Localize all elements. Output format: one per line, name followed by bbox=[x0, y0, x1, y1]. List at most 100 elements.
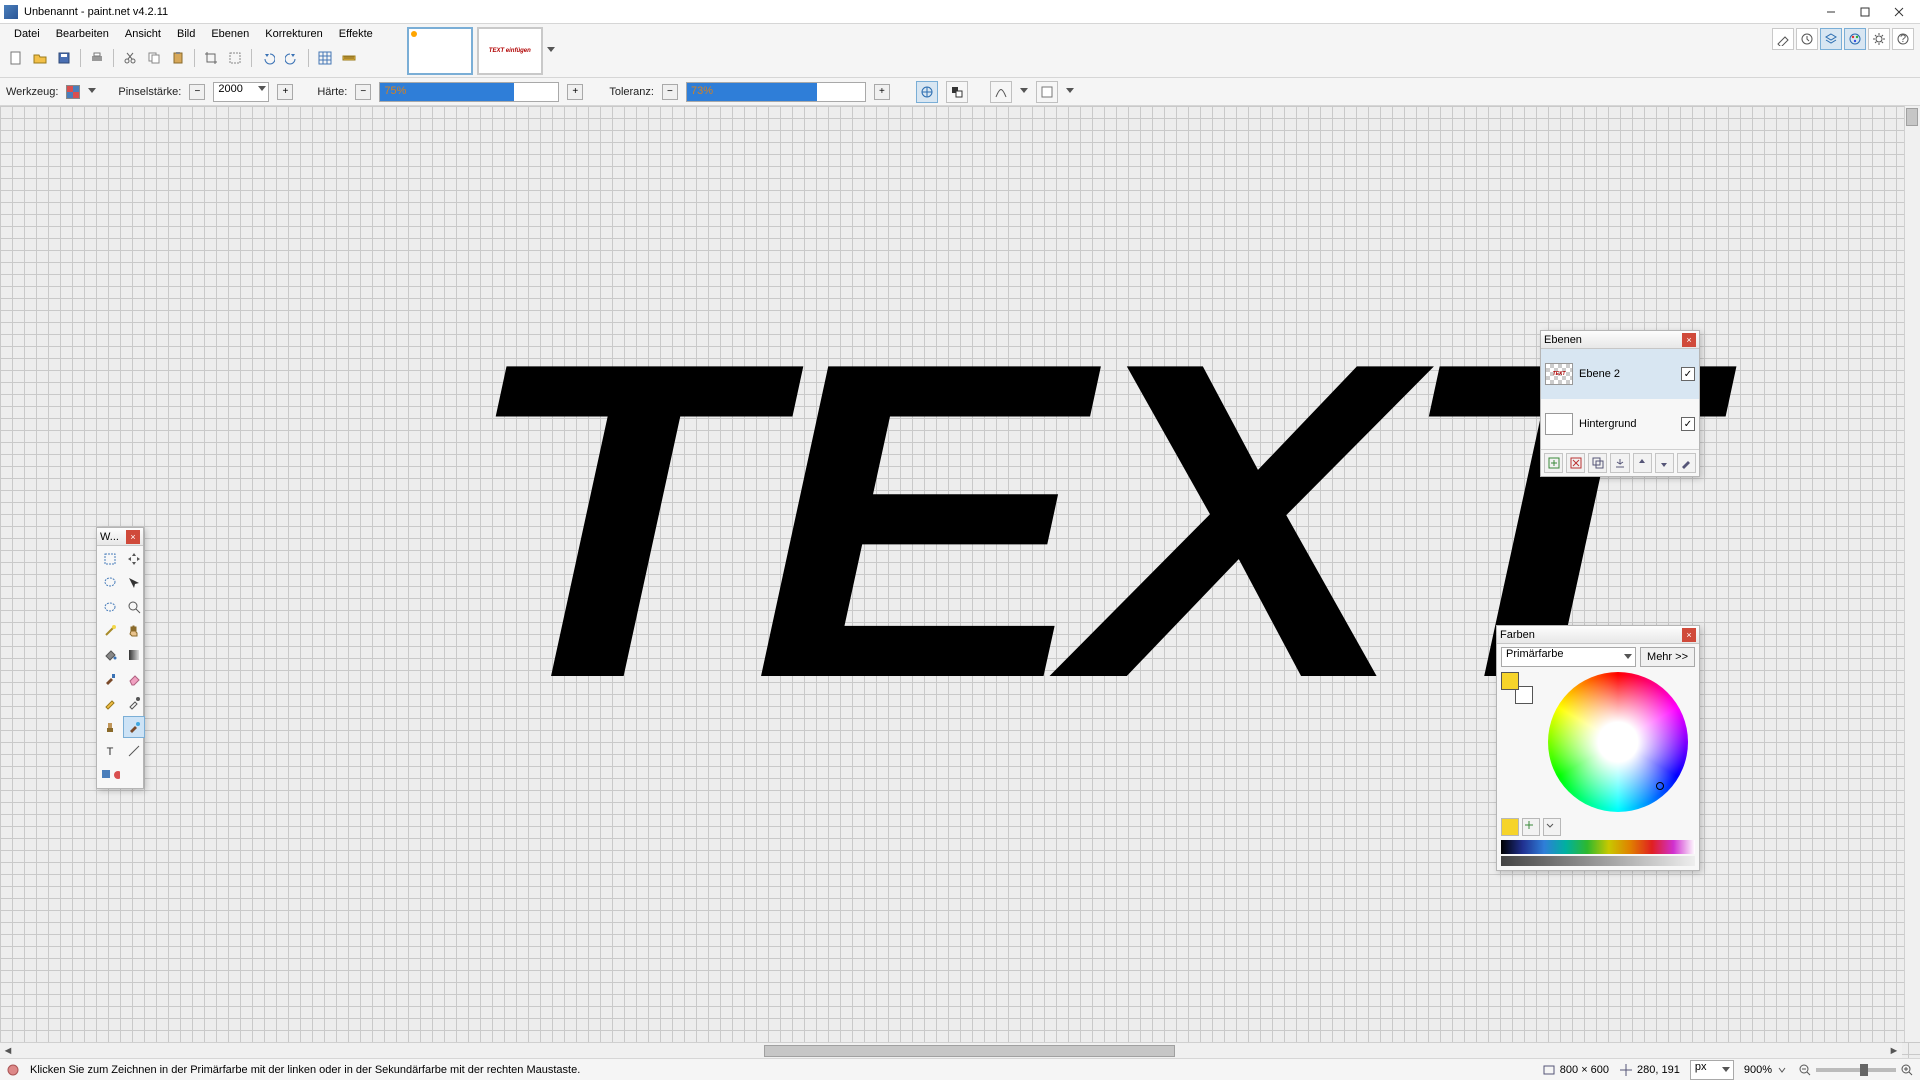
zoom-in-icon[interactable] bbox=[1900, 1063, 1914, 1077]
tools-close-icon[interactable]: × bbox=[126, 530, 140, 544]
paintbrush-tool[interactable] bbox=[99, 668, 121, 690]
palette-menu-button[interactable] bbox=[1543, 818, 1561, 836]
colors-panel[interactable]: Farben × Primärfarbe Mehr >> bbox=[1496, 625, 1700, 871]
document-thumb-1[interactable] bbox=[407, 27, 473, 75]
move-selection-tool[interactable] bbox=[123, 548, 145, 570]
hscroll-thumb[interactable] bbox=[764, 1045, 1175, 1057]
gradient-tool[interactable] bbox=[123, 644, 145, 666]
history-window-toggle[interactable] bbox=[1796, 28, 1818, 50]
hardness-decrease[interactable]: − bbox=[355, 84, 371, 100]
brush-width-increase[interactable]: + bbox=[277, 84, 293, 100]
lasso-select-tool[interactable] bbox=[99, 572, 121, 594]
tools-palette-title[interactable]: W... × bbox=[97, 528, 143, 546]
shapes-tool[interactable] bbox=[99, 764, 121, 786]
add-color-button[interactable] bbox=[1522, 818, 1540, 836]
hscroll-right-arrow[interactable]: ► bbox=[1886, 1044, 1902, 1058]
document-thumb-2[interactable]: TEXT einfügen bbox=[477, 27, 543, 75]
menu-ebenen[interactable]: Ebenen bbox=[203, 26, 257, 46]
layers-panel-title[interactable]: Ebenen × bbox=[1541, 331, 1699, 349]
fg-bg-swatches[interactable] bbox=[1501, 672, 1533, 704]
vertical-scrollbar[interactable] bbox=[1904, 106, 1920, 1042]
recolor-tool[interactable] bbox=[123, 716, 145, 738]
pan-tool[interactable] bbox=[123, 620, 145, 642]
layer-visible-checkbox[interactable]: ✓ bbox=[1681, 417, 1695, 431]
merge-down-button[interactable] bbox=[1610, 453, 1629, 473]
sampling-mode-button[interactable] bbox=[916, 81, 938, 103]
clone-stamp-tool[interactable] bbox=[99, 716, 121, 738]
zoom-tool[interactable] bbox=[123, 596, 145, 618]
magic-wand-tool[interactable] bbox=[99, 620, 121, 642]
save-file-button[interactable] bbox=[54, 48, 74, 68]
move-layer-up-button[interactable] bbox=[1633, 453, 1652, 473]
color-which-dropdown[interactable]: Primärfarbe bbox=[1501, 647, 1636, 667]
horizontal-scrollbar[interactable]: ◄ ► bbox=[0, 1042, 1902, 1058]
blend-mode-caret[interactable] bbox=[1066, 88, 1074, 96]
line-tool[interactable] bbox=[123, 740, 145, 762]
pencil-tool[interactable] bbox=[99, 692, 121, 714]
text-tool[interactable]: T bbox=[99, 740, 121, 762]
delete-layer-button[interactable] bbox=[1566, 453, 1585, 473]
zoom-slider[interactable] bbox=[1816, 1068, 1896, 1072]
brush-width-input[interactable]: 2000 bbox=[213, 82, 269, 102]
ruler-toggle-button[interactable] bbox=[339, 48, 359, 68]
brush-width-decrease[interactable]: − bbox=[189, 84, 205, 100]
antialias-caret[interactable] bbox=[1020, 88, 1028, 96]
hscroll-left-arrow[interactable]: ◄ bbox=[0, 1044, 16, 1058]
foreground-color-swatch[interactable] bbox=[1501, 672, 1519, 690]
layers-window-toggle[interactable] bbox=[1820, 28, 1842, 50]
maximize-button[interactable] bbox=[1848, 2, 1882, 22]
grid-toggle-button[interactable] bbox=[315, 48, 335, 68]
thumb-overflow-caret[interactable] bbox=[547, 47, 555, 55]
tolerance-decrease[interactable]: − bbox=[662, 84, 678, 100]
zoom-out-icon[interactable] bbox=[1798, 1063, 1812, 1077]
color-wheel[interactable] bbox=[1548, 672, 1688, 812]
menu-effekte[interactable]: Effekte bbox=[331, 26, 381, 46]
minimize-button[interactable] bbox=[1814, 2, 1848, 22]
crop-button[interactable] bbox=[201, 48, 221, 68]
add-layer-button[interactable] bbox=[1544, 453, 1563, 473]
print-button[interactable] bbox=[87, 48, 107, 68]
move-layer-down-button[interactable] bbox=[1655, 453, 1674, 473]
layers-panel[interactable]: Ebenen × TEXT Ebene 2 ✓ Hintergrund ✓ bbox=[1540, 330, 1700, 477]
antialias-button[interactable] bbox=[990, 81, 1012, 103]
redo-button[interactable] bbox=[282, 48, 302, 68]
layer-visible-checkbox[interactable]: ✓ bbox=[1681, 367, 1695, 381]
recent-color-swatch[interactable] bbox=[1501, 818, 1519, 836]
settings-button[interactable] bbox=[1868, 28, 1890, 50]
overwrite-mode-button[interactable] bbox=[946, 81, 968, 103]
unit-dropdown[interactable]: px bbox=[1690, 1060, 1734, 1080]
palette-strip[interactable] bbox=[1501, 840, 1695, 854]
menu-korrekturen[interactable]: Korrekturen bbox=[257, 26, 330, 46]
help-button[interactable]: ? bbox=[1892, 28, 1914, 50]
ellipse-select-tool[interactable] bbox=[99, 596, 121, 618]
zoom-dropdown-icon[interactable] bbox=[1776, 1064, 1788, 1076]
blend-mode-button[interactable] bbox=[1036, 81, 1058, 103]
palette-strip-2[interactable] bbox=[1501, 856, 1695, 866]
open-file-button[interactable] bbox=[30, 48, 50, 68]
canvas-viewport[interactable]: TEXT ◄ ► bbox=[0, 106, 1920, 1058]
tools-window-toggle[interactable] bbox=[1772, 28, 1794, 50]
colors-panel-title[interactable]: Farben × bbox=[1497, 626, 1699, 644]
layers-close-icon[interactable]: × bbox=[1682, 333, 1696, 347]
menu-bild[interactable]: Bild bbox=[169, 26, 203, 46]
undo-button[interactable] bbox=[258, 48, 278, 68]
copy-button[interactable] bbox=[144, 48, 164, 68]
duplicate-layer-button[interactable] bbox=[1588, 453, 1607, 473]
menu-bearbeiten[interactable]: Bearbeiten bbox=[48, 26, 117, 46]
close-button[interactable] bbox=[1882, 2, 1916, 22]
colors-window-toggle[interactable] bbox=[1844, 28, 1866, 50]
current-tool-icon[interactable] bbox=[66, 85, 80, 99]
tools-palette[interactable]: W... × T bbox=[96, 527, 144, 789]
tool-dropdown-caret[interactable] bbox=[88, 88, 96, 96]
menu-ansicht[interactable]: Ansicht bbox=[117, 26, 169, 46]
rect-select-tool[interactable] bbox=[99, 548, 121, 570]
tolerance-meter[interactable]: 73% bbox=[686, 82, 866, 102]
paste-button[interactable] bbox=[168, 48, 188, 68]
color-picker-tool[interactable] bbox=[123, 692, 145, 714]
colors-close-icon[interactable]: × bbox=[1682, 628, 1696, 642]
hardness-increase[interactable]: + bbox=[567, 84, 583, 100]
colors-more-button[interactable]: Mehr >> bbox=[1640, 647, 1695, 667]
menu-datei[interactable]: Datei bbox=[6, 26, 48, 46]
tolerance-increase[interactable]: + bbox=[874, 84, 890, 100]
layer-properties-button[interactable] bbox=[1677, 453, 1696, 473]
